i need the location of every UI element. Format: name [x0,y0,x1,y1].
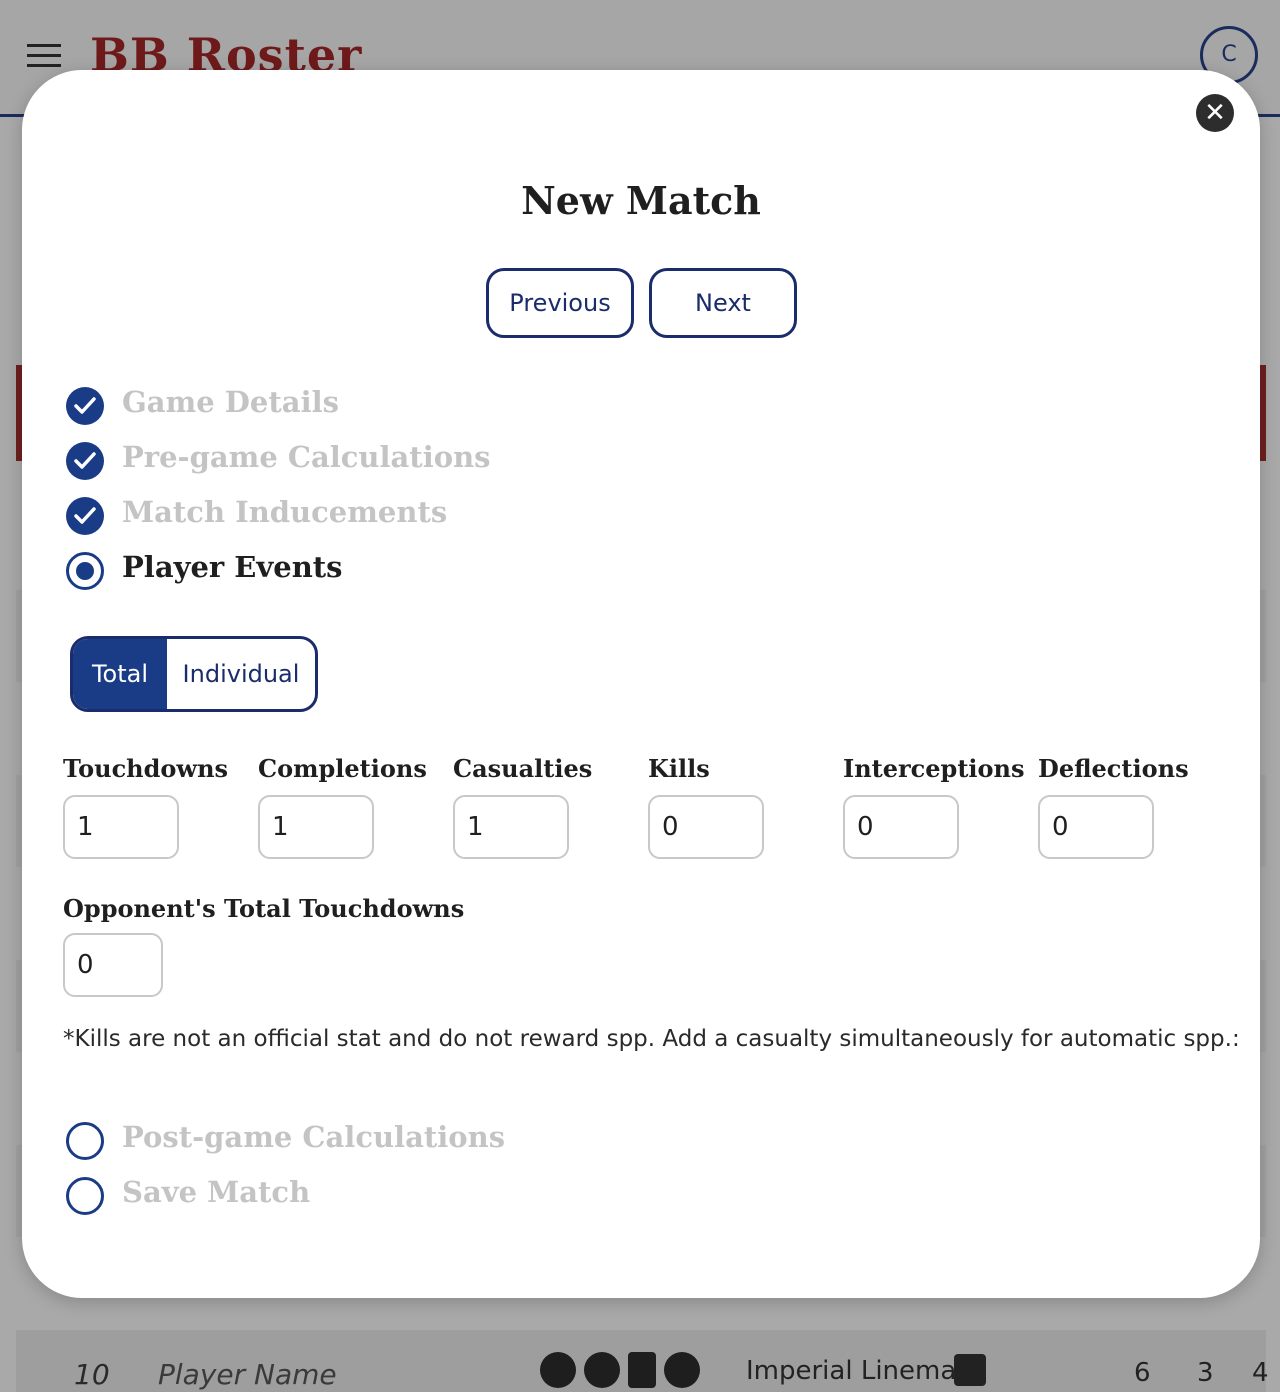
kills-note: *Kills are not an official stat and do n… [63,1026,1240,1052]
add-player-icon[interactable] [664,1352,700,1388]
completions-field[interactable]: 1 [258,795,374,859]
table-row[interactable]: 10 Player Name Imperial Lineman 6 3 4 [16,1330,1269,1392]
opponent-touchdowns-label: Opponent's Total Touchdowns [63,894,465,923]
modal-title: New Match [521,178,761,223]
completions-label: Completions [258,754,427,783]
row-actions [540,1352,708,1388]
arrow-up-icon[interactable] [540,1352,576,1388]
touchdowns-label: Touchdowns [63,754,229,783]
casualties-field[interactable]: 1 [453,795,569,859]
stat-ag: 4 [1252,1358,1269,1388]
close-icon[interactable]: ✕ [1196,94,1234,132]
player-name[interactable]: Player Name [158,1358,337,1391]
check-icon [66,387,104,425]
pending-step-icon [66,1122,104,1160]
kills-label: Kills [648,754,710,783]
deflections-field[interactable]: 0 [1038,795,1154,859]
check-icon [66,497,104,535]
casualties-group: Casualties 1 [453,754,633,859]
player-position: Imperial Lineman [746,1356,973,1386]
total-option[interactable]: Total [73,639,167,709]
new-match-modal: ✕ New Match Previous Next Game Details P… [22,70,1260,1298]
previous-button[interactable]: Previous [486,268,634,338]
position-info-icon[interactable] [954,1354,986,1386]
interceptions-label: Interceptions [843,754,1025,783]
casualties-label: Casualties [453,754,593,783]
pending-step-icon [66,1177,104,1215]
step-label: Player Events [122,550,343,584]
check-icon [66,442,104,480]
menu-icon[interactable] [27,44,61,68]
interceptions-group: Interceptions 0 [843,754,1025,859]
interceptions-field[interactable]: 0 [843,795,959,859]
stat-st: 3 [1197,1358,1214,1388]
step-label: Post-game Calculations [122,1120,506,1154]
individual-option[interactable]: Individual [167,639,315,709]
touchdowns-field[interactable]: 1 [63,795,179,859]
delete-icon[interactable] [628,1352,656,1388]
step-label: Save Match [122,1175,311,1209]
arrow-down-icon[interactable] [584,1352,620,1388]
active-step-icon [66,552,104,590]
next-button[interactable]: Next [649,268,797,338]
kills-field[interactable]: 0 [648,795,764,859]
completions-group: Completions 1 [258,754,438,859]
stat-ma: 6 [1134,1358,1151,1388]
kills-group: Kills 0 [648,754,828,859]
step-label: Game Details [122,385,339,419]
touchdowns-group: Touchdowns 1 [63,754,243,859]
step-label: Match Inducements [122,495,448,529]
opponent-touchdowns-field[interactable]: 0 [63,933,163,997]
step-label: Pre-game Calculations [122,440,491,474]
deflections-label: Deflections [1038,754,1189,783]
deflections-group: Deflections 0 [1038,754,1218,859]
player-number: 10 [74,1358,110,1391]
total-individual-toggle: Total Individual [70,636,318,712]
